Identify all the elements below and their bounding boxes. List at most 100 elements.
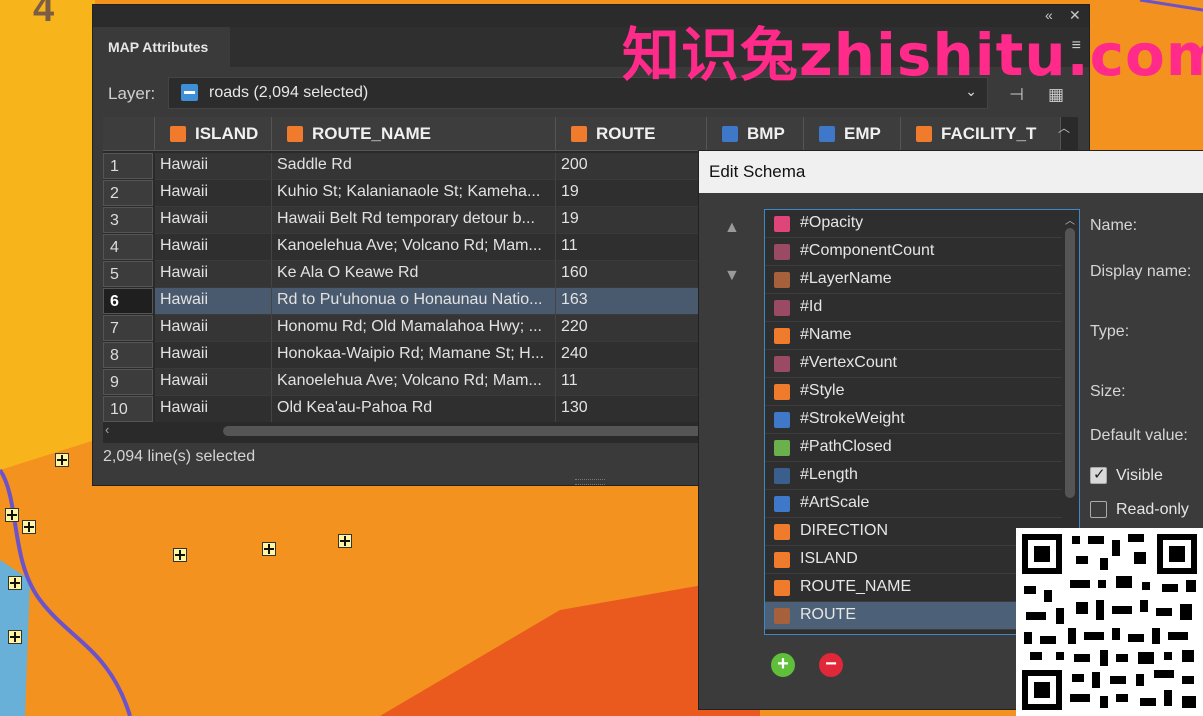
- map-point-marker[interactable]: [8, 576, 22, 590]
- row-number[interactable]: 9: [103, 369, 153, 395]
- cell-route-name[interactable]: Kanoelehua Ave; Volcano Rd; Mam...: [272, 369, 556, 396]
- field-type-icon: [774, 300, 790, 316]
- cell-route[interactable]: 130: [556, 396, 707, 423]
- cell-route[interactable]: 240: [556, 342, 707, 369]
- chevron-up-icon[interactable]: ︿: [1058, 119, 1070, 136]
- field-type-icon: [774, 272, 790, 288]
- schema-field-item[interactable]: #ArtScale: [765, 490, 1062, 518]
- cell-route-name[interactable]: Kanoelehua Ave; Volcano Rd; Mam...: [272, 234, 556, 261]
- schema-field-item[interactable]: #Name: [765, 322, 1062, 350]
- map-point-marker[interactable]: [338, 534, 352, 548]
- cell-route[interactable]: 11: [556, 234, 707, 261]
- map-point-marker[interactable]: [5, 508, 19, 522]
- visible-label: Visible: [1116, 467, 1163, 484]
- chevron-up-icon[interactable]: ︿: [1065, 212, 1075, 227]
- field-type-icon: [774, 412, 790, 428]
- map-point-marker[interactable]: [262, 542, 276, 556]
- schema-field-item[interactable]: #ComponentCount: [765, 238, 1062, 266]
- string-field-icon: [571, 126, 587, 142]
- cell-island[interactable]: Hawaii: [155, 369, 272, 396]
- cell-route-name[interactable]: Honomu Rd; Old Mamalahoa Hwy; ...: [272, 315, 556, 342]
- cell-island[interactable]: Hawaii: [155, 234, 272, 261]
- row-number[interactable]: 8: [103, 342, 153, 368]
- map-point-marker[interactable]: [55, 453, 69, 467]
- field-type-icon: [774, 216, 790, 232]
- field-type-icon: [774, 524, 790, 540]
- field-type-icon: [774, 356, 790, 372]
- layer-dropdown-value: roads (2,094 selected): [209, 84, 369, 101]
- visible-checkbox[interactable]: [1090, 465, 1107, 484]
- row-number[interactable]: 3: [103, 207, 153, 233]
- cell-route-name[interactable]: Old Kea'au-Pahoa Rd: [272, 396, 556, 423]
- read-only-checkbox[interactable]: [1090, 501, 1107, 518]
- name-label: Name:: [1090, 217, 1138, 234]
- scrollbar-thumb[interactable]: [223, 426, 703, 436]
- row-number[interactable]: 2: [103, 180, 153, 206]
- map-point-marker[interactable]: [173, 548, 187, 562]
- row-number[interactable]: 6: [103, 288, 153, 314]
- column-header-route-name[interactable]: ROUTE_NAME: [272, 117, 556, 151]
- cell-route[interactable]: 163: [556, 288, 707, 315]
- column-header-island[interactable]: ISLAND: [155, 117, 272, 151]
- schema-field-item[interactable]: #PathClosed: [765, 434, 1062, 462]
- row-number[interactable]: 1: [103, 153, 153, 179]
- remove-field-button[interactable]: −: [819, 653, 843, 677]
- column-header-route[interactable]: ROUTE: [556, 117, 707, 151]
- move-down-icon[interactable]: ▼: [724, 267, 740, 285]
- schema-field-item[interactable]: #Opacity: [765, 210, 1062, 238]
- map-point-marker[interactable]: [22, 520, 36, 534]
- field-type-icon: [774, 580, 790, 596]
- column-header-bmp[interactable]: BMP: [707, 117, 804, 151]
- cell-island[interactable]: Hawaii: [155, 342, 272, 369]
- cell-island[interactable]: Hawaii: [155, 153, 272, 180]
- schema-field-item[interactable]: #LayerName: [765, 266, 1062, 294]
- number-field-icon: [722, 126, 738, 142]
- schema-field-item[interactable]: #Style: [765, 378, 1062, 406]
- cell-island[interactable]: Hawaii: [155, 396, 272, 423]
- table-corner-header[interactable]: [103, 117, 155, 151]
- type-label: Type:: [1090, 323, 1130, 340]
- field-type-icon: [774, 468, 790, 484]
- row-number[interactable]: 5: [103, 261, 153, 287]
- string-field-icon: [170, 126, 186, 142]
- cell-route[interactable]: 19: [556, 180, 707, 207]
- list-scrollbar-thumb[interactable]: [1065, 228, 1075, 498]
- add-field-button[interactable]: +: [771, 653, 795, 677]
- map-point-marker[interactable]: [8, 630, 22, 644]
- row-number[interactable]: 10: [103, 396, 153, 422]
- field-type-icon: [774, 328, 790, 344]
- cell-island[interactable]: Hawaii: [155, 315, 272, 342]
- schema-field-item[interactable]: #VertexCount: [765, 350, 1062, 378]
- cell-route-name[interactable]: Hawaii Belt Rd temporary detour b...: [272, 207, 556, 234]
- horizontal-scrollbar[interactable]: ‹: [103, 422, 703, 440]
- cell-island[interactable]: Hawaii: [155, 207, 272, 234]
- schema-field-item[interactable]: #Length: [765, 462, 1062, 490]
- cell-route[interactable]: 19: [556, 207, 707, 234]
- tab-map-attributes[interactable]: MAP Attributes: [93, 27, 230, 67]
- cell-island[interactable]: Hawaii: [155, 288, 272, 315]
- line-layer-icon: [181, 84, 198, 101]
- resize-grip[interactable]: [575, 479, 605, 485]
- string-field-icon: [916, 126, 932, 142]
- row-number[interactable]: 4: [103, 234, 153, 260]
- cell-route-name[interactable]: Saddle Rd: [272, 153, 556, 180]
- move-up-icon[interactable]: ▲: [724, 219, 740, 237]
- column-header-emp[interactable]: EMP: [804, 117, 901, 151]
- cell-route-name[interactable]: Ke Ala O Keawe Rd: [272, 261, 556, 288]
- cell-route-name[interactable]: Rd to Pu'uhonua o Honaunau Natio...: [272, 288, 556, 315]
- cell-route[interactable]: 11: [556, 369, 707, 396]
- row-number[interactable]: 7: [103, 315, 153, 341]
- cell-route[interactable]: 160: [556, 261, 707, 288]
- cell-route-name[interactable]: Honokaa-Waipio Rd; Mamane St; H...: [272, 342, 556, 369]
- watermark-text: 知识兔zhishitu.com: [622, 21, 1203, 89]
- cell-island[interactable]: Hawaii: [155, 180, 272, 207]
- cell-route[interactable]: 200: [556, 153, 707, 180]
- display-name-label: Display name:: [1090, 263, 1192, 280]
- cell-route[interactable]: 220: [556, 315, 707, 342]
- cell-island[interactable]: Hawaii: [155, 261, 272, 288]
- cell-route-name[interactable]: Kuhio St; Kalanianaole St; Kameha...: [272, 180, 556, 207]
- chevron-left-icon[interactable]: ‹: [105, 422, 109, 437]
- schema-field-item[interactable]: #StrokeWeight: [765, 406, 1062, 434]
- schema-field-item[interactable]: #Id: [765, 294, 1062, 322]
- column-header-facility-t[interactable]: FACILITY_T: [901, 117, 1061, 151]
